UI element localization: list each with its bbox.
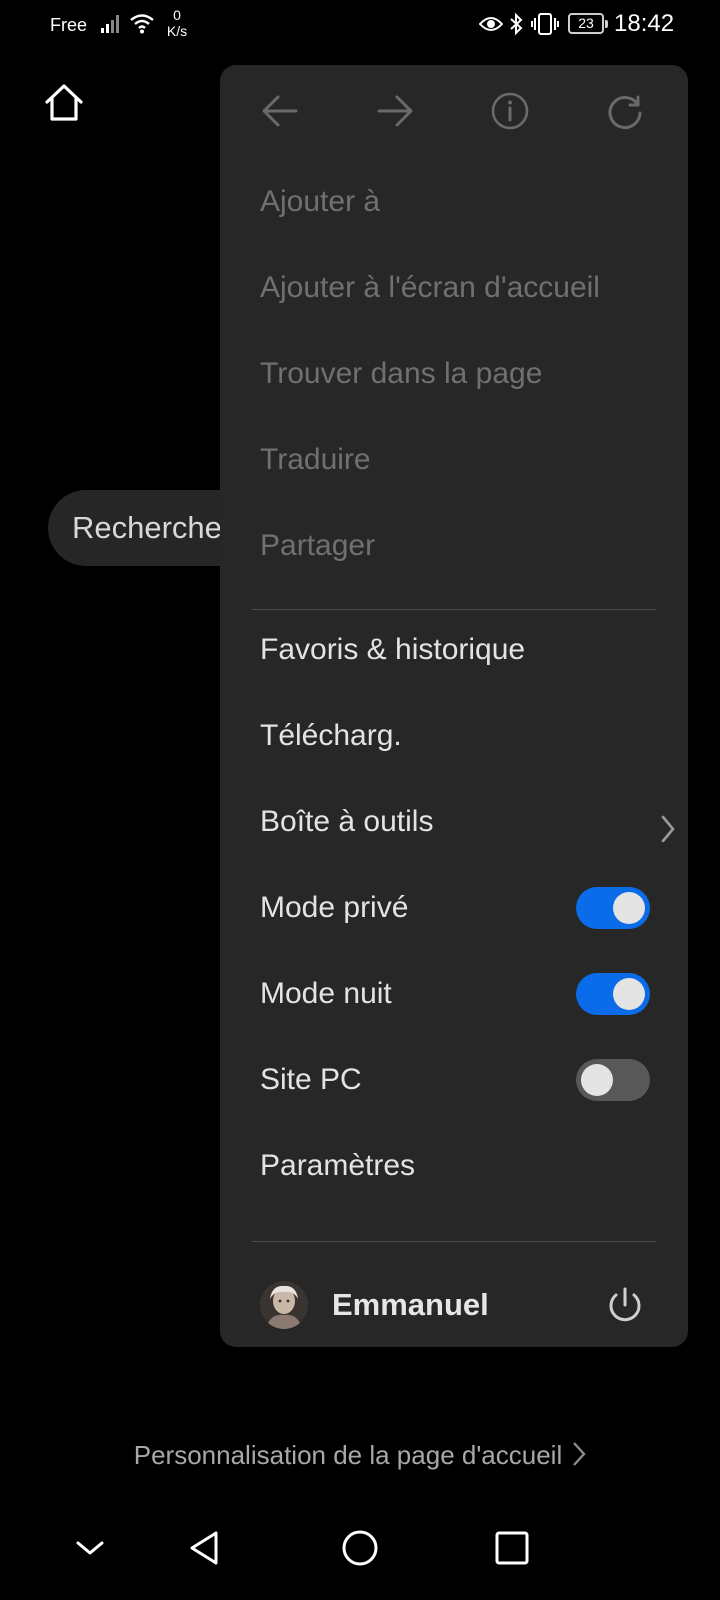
status-bar: Free 0 K/s 23 18:42 — [0, 0, 720, 52]
desktop-site-toggle[interactable] — [576, 1059, 650, 1101]
menu-item-add-to-home-screen[interactable]: Ajouter à l'écran d'accueil — [260, 258, 660, 318]
menu-item-toolbox[interactable]: Boîte à outils — [260, 792, 675, 852]
menu-nav-row — [220, 65, 688, 160]
carrier-name: Free — [50, 15, 88, 35]
forward-arrow-icon[interactable] — [371, 87, 419, 135]
menu-item-share[interactable]: Partager — [260, 516, 660, 576]
menu-divider — [252, 609, 656, 610]
signal-icon — [100, 13, 122, 40]
customize-homepage-label: Personnalisation de la page d'accueil — [133, 1440, 563, 1470]
network-speed: 0 K/s — [160, 7, 194, 39]
menu-item-toolbox-label: Boîte à outils — [260, 805, 434, 838]
wifi-icon — [129, 12, 155, 41]
battery-icon: 23 — [568, 13, 608, 34]
system-navigation-bar — [0, 1518, 720, 1600]
refresh-icon[interactable] — [601, 87, 649, 135]
account-row[interactable]: Emmanuel — [220, 1275, 688, 1345]
customize-homepage-link[interactable]: Personnalisation de la page d'accueil — [0, 1440, 720, 1474]
browser-menu: Ajouter à Ajouter à l'écran d'accueil Tr… — [220, 65, 688, 1347]
vibrate-icon — [531, 12, 559, 41]
back-triangle-icon[interactable] — [176, 1518, 236, 1578]
menu-item-translate[interactable]: Traduire — [260, 430, 660, 490]
menu-item-add-to[interactable]: Ajouter à — [260, 172, 660, 232]
chevron-down-icon[interactable] — [60, 1518, 120, 1578]
private-mode-toggle[interactable] — [576, 887, 650, 929]
recents-square-icon[interactable] — [482, 1518, 542, 1578]
home-icon[interactable] — [42, 82, 86, 126]
avatar — [260, 1281, 308, 1329]
night-mode-toggle[interactable] — [576, 973, 650, 1015]
account-name: Emmanuel — [332, 1287, 489, 1322]
chevron-right-icon — [572, 1441, 586, 1474]
menu-item-settings[interactable]: Paramètres — [260, 1136, 660, 1196]
info-icon[interactable] — [486, 87, 534, 135]
menu-item-find-in-page[interactable]: Trouver dans la page — [260, 344, 660, 404]
menu-item-bookmarks-history[interactable]: Favoris & historique — [260, 620, 660, 680]
clock: 18:42 — [614, 10, 675, 37]
toggle-knob — [581, 1064, 613, 1096]
back-arrow-icon[interactable] — [256, 87, 304, 135]
menu-item-downloads[interactable]: Télécharg. — [260, 706, 660, 766]
home-circle-icon[interactable] — [330, 1518, 390, 1578]
search-placeholder: Recherche — [72, 510, 222, 545]
toggle-knob — [613, 978, 645, 1010]
chevron-right-icon — [660, 805, 676, 865]
eye-comfort-icon — [478, 14, 504, 39]
power-icon[interactable] — [604, 1285, 646, 1327]
toggle-knob — [613, 892, 645, 924]
network-speed-value: 0 — [173, 7, 181, 23]
menu-divider — [252, 1241, 656, 1242]
bluetooth-icon — [508, 12, 524, 41]
network-speed-unit: K/s — [166, 23, 188, 39]
